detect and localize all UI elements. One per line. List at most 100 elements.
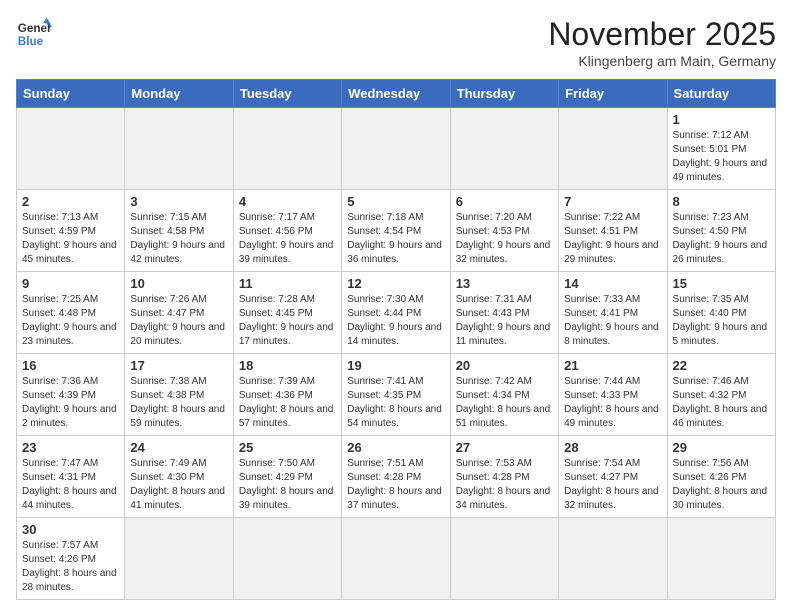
- day-number: 2: [22, 194, 119, 209]
- calendar-cell: 20Sunrise: 7:42 AM Sunset: 4:34 PM Dayli…: [450, 354, 558, 436]
- day-number: 23: [22, 440, 119, 455]
- header-row: SundayMondayTuesdayWednesdayThursdayFrid…: [17, 80, 776, 108]
- calendar-cell: [450, 518, 558, 600]
- day-number: 22: [673, 358, 770, 373]
- header-friday: Friday: [559, 80, 667, 108]
- title-block: November 2025 Klingenberg am Main, Germa…: [548, 16, 776, 69]
- calendar-cell: [17, 108, 125, 190]
- calendar-cell: [450, 108, 558, 190]
- calendar-week-3: 9 Sunrise: 7:25 AM Sunset: 4:48 PM Daylig…: [17, 272, 776, 354]
- calendar-cell: [125, 518, 233, 600]
- day-number: 8: [673, 194, 770, 209]
- header-thursday: Thursday: [450, 80, 558, 108]
- day-number: 5: [347, 194, 444, 209]
- day-info: Sunrise: 7:13 AM Sunset: 4:59 PM Dayligh…: [22, 211, 119, 267]
- calendar-cell: 13 Sunrise: 7:31 AM Sunset: 4:43 PM Dayli…: [450, 272, 558, 354]
- day-number: 17: [130, 358, 227, 373]
- header-wednesday: Wednesday: [342, 80, 450, 108]
- calendar-week-2: 2 Sunrise: 7:13 AM Sunset: 4:59 PM Daylig…: [17, 190, 776, 272]
- day-number: 14: [564, 276, 661, 291]
- calendar-cell: 2 Sunrise: 7:13 AM Sunset: 4:59 PM Daylig…: [17, 190, 125, 272]
- day-info: Sunrise: 7:54 AM Sunset: 4:27 PM Dayligh…: [564, 457, 661, 513]
- day-number: 16: [22, 358, 119, 373]
- day-number: 12: [347, 276, 444, 291]
- calendar-cell: 22 Sunrise: 7:46 AM Sunset: 4:32 PM Dayli…: [667, 354, 775, 436]
- day-info: Sunrise: 7:50 AM Sunset: 4:29 PM Dayligh…: [239, 457, 336, 513]
- day-number: 18: [239, 358, 336, 373]
- calendar-week-1: 1 Sunrise: 7:12 AM Sunset: 5:01 PM Daylig…: [17, 108, 776, 190]
- header-sunday: Sunday: [17, 80, 125, 108]
- calendar-cell: [342, 518, 450, 600]
- day-number: 11: [239, 276, 336, 291]
- day-info: Sunrise: 7:53 AM Sunset: 4:28 PM Dayligh…: [456, 457, 553, 513]
- calendar-cell: 24Sunrise: 7:49 AM Sunset: 4:30 PM Dayli…: [125, 436, 233, 518]
- day-info: Sunrise: 7:15 AM Sunset: 4:58 PM Dayligh…: [130, 211, 227, 267]
- calendar-cell: 21Sunrise: 7:44 AM Sunset: 4:33 PM Dayli…: [559, 354, 667, 436]
- day-info: Sunrise: 7:26 AM Sunset: 4:47 PM Dayligh…: [130, 293, 227, 349]
- day-info: Sunrise: 7:36 AM Sunset: 4:39 PM Dayligh…: [22, 375, 119, 431]
- day-number: 1: [673, 112, 770, 127]
- day-number: 15: [673, 276, 770, 291]
- day-info: Sunrise: 7:51 AM Sunset: 4:28 PM Dayligh…: [347, 457, 444, 513]
- day-info: Sunrise: 7:46 AM Sunset: 4:32 PM Dayligh…: [673, 375, 770, 431]
- calendar-cell: 9 Sunrise: 7:25 AM Sunset: 4:48 PM Daylig…: [17, 272, 125, 354]
- calendar-cell: 28Sunrise: 7:54 AM Sunset: 4:27 PM Dayli…: [559, 436, 667, 518]
- calendar-cell: [667, 518, 775, 600]
- calendar-cell: 27 Sunrise: 7:53 AM Sunset: 4:28 PM Dayli…: [450, 436, 558, 518]
- calendar-cell: [233, 518, 341, 600]
- day-info: Sunrise: 7:20 AM Sunset: 4:53 PM Dayligh…: [456, 211, 553, 267]
- calendar-cell: [125, 108, 233, 190]
- day-number: 4: [239, 194, 336, 209]
- month-title: November 2025: [548, 16, 776, 53]
- day-number: 27: [456, 440, 553, 455]
- day-number: 3: [130, 194, 227, 209]
- day-info: Sunrise: 7:38 AM Sunset: 4:38 PM Dayligh…: [130, 375, 227, 431]
- day-info: Sunrise: 7:22 AM Sunset: 4:51 PM Dayligh…: [564, 211, 661, 267]
- calendar-cell: 16 Sunrise: 7:36 AM Sunset: 4:39 PM Dayli…: [17, 354, 125, 436]
- calendar-cell: 12 Sunrise: 7:30 AM Sunset: 4:44 PM Dayli…: [342, 272, 450, 354]
- day-info: Sunrise: 7:42 AM Sunset: 4:34 PM Dayligh…: [456, 375, 553, 431]
- day-info: Sunrise: 7:39 AM Sunset: 4:36 PM Dayligh…: [239, 375, 336, 431]
- svg-text:General: General: [18, 22, 52, 35]
- calendar-cell: 25 Sunrise: 7:50 AM Sunset: 4:29 PM Dayli…: [233, 436, 341, 518]
- calendar-cell: 23 Sunrise: 7:47 AM Sunset: 4:31 PM Dayli…: [17, 436, 125, 518]
- day-info: Sunrise: 7:17 AM Sunset: 4:56 PM Dayligh…: [239, 211, 336, 267]
- day-number: 19: [347, 358, 444, 373]
- location-subtitle: Klingenberg am Main, Germany: [548, 53, 776, 69]
- calendar-week-6: 30Sunrise: 7:57 AM Sunset: 4:26 PM Dayli…: [17, 518, 776, 600]
- calendar-cell: 7Sunrise: 7:22 AM Sunset: 4:51 PM Daylig…: [559, 190, 667, 272]
- calendar-cell: 19 Sunrise: 7:41 AM Sunset: 4:35 PM Dayli…: [342, 354, 450, 436]
- calendar-cell: 6 Sunrise: 7:20 AM Sunset: 4:53 PM Daylig…: [450, 190, 558, 272]
- logo-icon: General Blue: [16, 16, 52, 52]
- day-info: Sunrise: 7:47 AM Sunset: 4:31 PM Dayligh…: [22, 457, 119, 513]
- day-number: 25: [239, 440, 336, 455]
- calendar-cell: [559, 108, 667, 190]
- day-info: Sunrise: 7:30 AM Sunset: 4:44 PM Dayligh…: [347, 293, 444, 349]
- calendar-cell: [342, 108, 450, 190]
- day-info: Sunrise: 7:25 AM Sunset: 4:48 PM Dayligh…: [22, 293, 119, 349]
- day-info: Sunrise: 7:23 AM Sunset: 4:50 PM Dayligh…: [673, 211, 770, 267]
- calendar-cell: 30Sunrise: 7:57 AM Sunset: 4:26 PM Dayli…: [17, 518, 125, 600]
- day-number: 9: [22, 276, 119, 291]
- day-number: 6: [456, 194, 553, 209]
- calendar-cell: 3 Sunrise: 7:15 AM Sunset: 4:58 PM Daylig…: [125, 190, 233, 272]
- day-number: 26: [347, 440, 444, 455]
- day-number: 13: [456, 276, 553, 291]
- day-number: 21: [564, 358, 661, 373]
- day-info: Sunrise: 7:28 AM Sunset: 4:45 PM Dayligh…: [239, 293, 336, 349]
- calendar-header: SundayMondayTuesdayWednesdayThursdayFrid…: [17, 80, 776, 108]
- calendar-cell: 8 Sunrise: 7:23 AM Sunset: 4:50 PM Daylig…: [667, 190, 775, 272]
- day-info: Sunrise: 7:31 AM Sunset: 4:43 PM Dayligh…: [456, 293, 553, 349]
- day-info: Sunrise: 7:35 AM Sunset: 4:40 PM Dayligh…: [673, 293, 770, 349]
- page-header: General Blue November 2025 Klingenberg a…: [16, 16, 776, 69]
- calendar-week-5: 23 Sunrise: 7:47 AM Sunset: 4:31 PM Dayli…: [17, 436, 776, 518]
- day-info: Sunrise: 7:57 AM Sunset: 4:26 PM Dayligh…: [22, 539, 119, 595]
- calendar-cell: 18 Sunrise: 7:39 AM Sunset: 4:36 PM Dayli…: [233, 354, 341, 436]
- day-info: Sunrise: 7:56 AM Sunset: 4:26 PM Dayligh…: [673, 457, 770, 513]
- day-info: Sunrise: 7:12 AM Sunset: 5:01 PM Dayligh…: [673, 129, 770, 185]
- calendar-table: SundayMondayTuesdayWednesdayThursdayFrid…: [16, 79, 776, 600]
- calendar-cell: 29Sunrise: 7:56 AM Sunset: 4:26 PM Dayli…: [667, 436, 775, 518]
- day-info: Sunrise: 7:41 AM Sunset: 4:35 PM Dayligh…: [347, 375, 444, 431]
- calendar-cell: 26 Sunrise: 7:51 AM Sunset: 4:28 PM Dayli…: [342, 436, 450, 518]
- day-info: Sunrise: 7:18 AM Sunset: 4:54 PM Dayligh…: [347, 211, 444, 267]
